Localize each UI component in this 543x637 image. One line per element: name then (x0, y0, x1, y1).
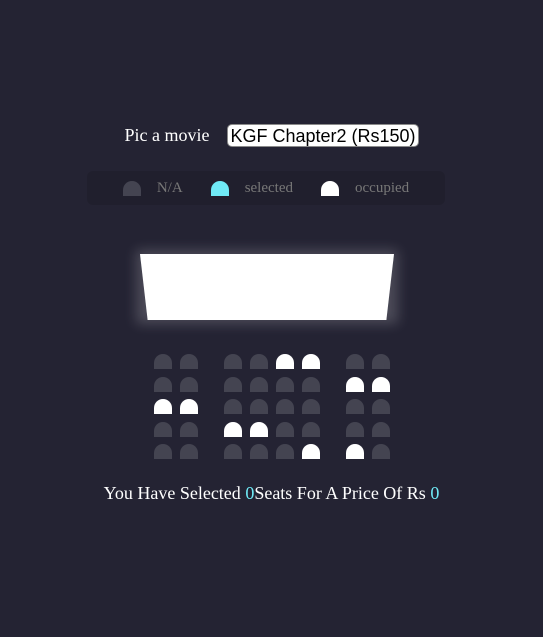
seat-occupied (345, 444, 364, 459)
seat-available[interactable] (179, 376, 198, 392)
movie-screen (140, 254, 394, 320)
summary-middle: Seats For A Price Of Rs (254, 483, 431, 503)
total-price: 0 (430, 483, 440, 503)
summary-prefix: You Have Selected (103, 483, 246, 503)
seat-available[interactable] (249, 444, 268, 459)
legend-label-selected: selected (244, 179, 293, 196)
seat-row (0, 376, 543, 400)
seat-available[interactable] (301, 399, 320, 414)
seat-available[interactable] (153, 376, 172, 392)
legend-item-selected: selected (210, 179, 293, 197)
seat-available[interactable] (249, 399, 268, 414)
seat-row (0, 421, 543, 445)
legend-seat-available-icon (122, 180, 141, 196)
seat-available[interactable] (301, 421, 320, 437)
seat-occupied (223, 421, 242, 437)
seat-occupied (275, 354, 294, 369)
seat-occupied (301, 354, 320, 369)
seat-available[interactable] (345, 421, 364, 437)
seat-available[interactable] (179, 354, 198, 369)
legend-seat-occupied-icon (321, 180, 339, 196)
legend-item-occupied: occupied (321, 180, 409, 197)
legend-label-na: N/A (156, 179, 183, 196)
seat-grid (0, 354, 543, 467)
seat-available[interactable] (371, 399, 390, 414)
movie-label: Pic a movie (124, 125, 210, 145)
seat-available[interactable] (223, 444, 242, 459)
seat-available[interactable] (345, 354, 364, 369)
seat-occupied (371, 376, 390, 392)
seat-occupied (179, 399, 198, 414)
selection-summary: You Have Selected 0Seats For A Price Of … (0, 483, 543, 504)
seat-available[interactable] (345, 399, 364, 414)
seat-available[interactable] (153, 421, 172, 437)
seat-available[interactable] (249, 376, 268, 392)
seat-available[interactable] (275, 399, 294, 414)
seat-available[interactable] (179, 444, 198, 459)
movie-select[interactable]: KGF Chapter2 (Rs150) (227, 124, 419, 147)
seat-available[interactable] (179, 421, 198, 437)
seat-occupied (249, 421, 268, 437)
seat-row (0, 354, 543, 377)
seat-available[interactable] (223, 354, 242, 369)
selected-seat-count: 0 (245, 483, 255, 503)
legend-label-occupied: occupied (355, 179, 410, 196)
seat-occupied (153, 399, 172, 414)
seat-legend: N/A selected occupied (87, 171, 445, 205)
seat-available[interactable] (275, 421, 294, 437)
seat-available[interactable] (371, 354, 390, 369)
seat-available[interactable] (223, 376, 242, 392)
seat-occupied (301, 444, 320, 459)
seat-available[interactable] (275, 444, 294, 459)
seat-available[interactable] (153, 354, 172, 369)
legend-item-na: N/A (122, 179, 183, 197)
seat-available[interactable] (249, 354, 268, 369)
seat-row (0, 399, 543, 422)
seat-available[interactable] (301, 376, 320, 392)
seat-available[interactable] (275, 376, 294, 392)
movie-picker: Pic a movie KGF Chapter2 (Rs150) (0, 124, 543, 147)
seat-row (0, 444, 543, 467)
legend-seat-selected-icon (210, 180, 229, 196)
seat-available[interactable] (371, 444, 390, 459)
seat-available[interactable] (371, 421, 390, 437)
seat-occupied (345, 376, 364, 392)
seat-available[interactable] (153, 444, 172, 459)
seat-available[interactable] (223, 399, 242, 414)
